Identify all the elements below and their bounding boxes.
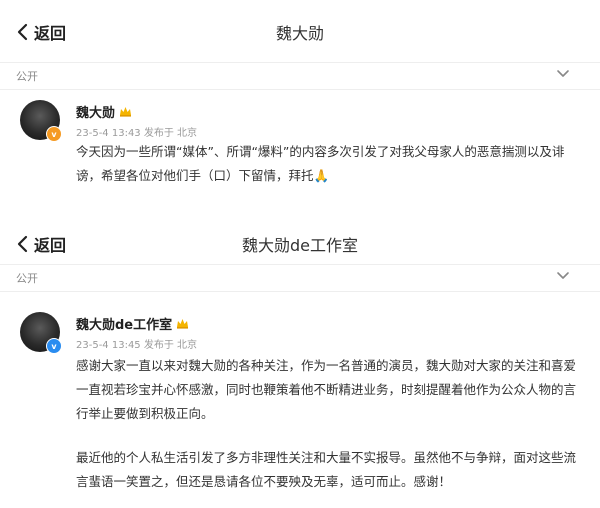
- post-text: 感谢大家一直以来对魏大勋的各种关注，作为一名普通的演员，魏大勋对大家的关注和喜爱…: [76, 354, 576, 494]
- post-meta: 23-5-4 13:43 发布于 北京: [76, 128, 198, 139]
- visibility-selector[interactable]: 公开: [0, 62, 600, 90]
- author-name[interactable]: 魏大勋: [76, 102, 115, 121]
- page-title: 魏大勋: [275, 24, 324, 43]
- crown-icon: [177, 319, 189, 329]
- visibility-label: 公开: [16, 70, 38, 83]
- post-text: 今天因为一些所谓“媒体”、所谓“爆料”的内容多次引发了对我父母家人的恶意揣测以及…: [76, 140, 576, 188]
- verified-badge-icon: v: [46, 126, 62, 142]
- post-paragraph: 感谢大家一直以来对魏大勋的各种关注，作为一名普通的演员，魏大勋对大家的关注和喜爱…: [76, 358, 577, 421]
- post-paragraph: 今天因为一些所谓“媒体”、所谓“爆料”的内容多次引发了对我父母家人的恶意揣测以及…: [76, 144, 565, 183]
- top-nav-bar: 返回 魏大勋: [0, 0, 600, 62]
- author-line: 魏大勋: [76, 102, 132, 121]
- avatar[interactable]: v: [20, 100, 62, 142]
- avatar[interactable]: v: [20, 312, 62, 354]
- chevron-down-icon: [557, 272, 569, 279]
- chevron-down-icon: [557, 70, 569, 77]
- weibo-screen-2: 返回 魏大勋de工作室 公开 v 魏大勋de工作室 23-5-4 13:45 发…: [0, 222, 600, 508]
- post-meta: 23-5-4 13:45 发布于 北京: [76, 340, 198, 351]
- author-name[interactable]: 魏大勋de工作室: [76, 314, 172, 333]
- post-paragraph: 最近他的个人私生活引发了多方非理性关注和大量不实报导。虽然他不与争辩，面对这些流…: [76, 450, 577, 489]
- visibility-selector[interactable]: 公开: [0, 264, 600, 292]
- verified-badge-icon: v: [46, 338, 62, 354]
- page-title: 魏大勋de工作室: [241, 236, 358, 255]
- weibo-screen-1: 返回 魏大勋 公开 v 魏大勋 23-5-4 13:43 发布于 北京 今天因为…: [0, 0, 600, 222]
- visibility-label: 公开: [16, 272, 38, 285]
- author-line: 魏大勋de工作室: [76, 314, 189, 333]
- crown-icon: [120, 107, 132, 117]
